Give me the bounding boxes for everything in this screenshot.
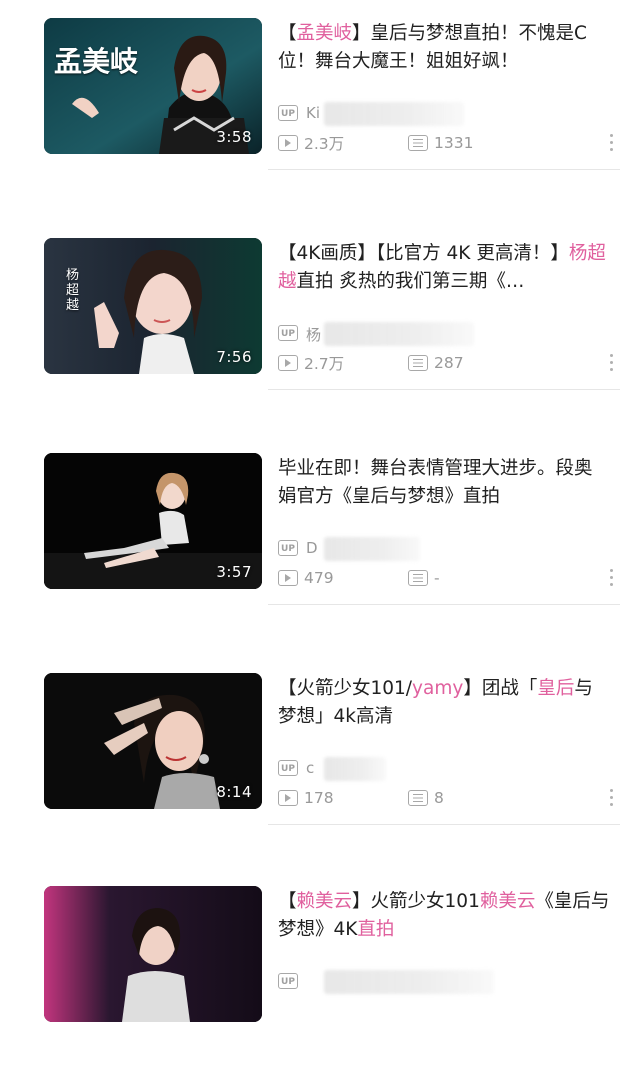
play-count-icon [278, 355, 298, 371]
video-thumbnail[interactable]: 孟美岐 3:58 [44, 18, 262, 154]
video-duration: 8:14 [216, 783, 252, 801]
video-thumbnail[interactable]: 3:57 [44, 453, 262, 589]
danmaku-count: 287 [408, 352, 464, 374]
thumbnail-caption: 杨超越 [66, 268, 80, 313]
thumbnail-caption: 孟美岐 [54, 45, 139, 78]
video-thumbnail[interactable]: 杨超越 7:56 [44, 238, 262, 374]
danmaku-count: 1331 [408, 132, 473, 154]
play-count-icon [278, 135, 298, 151]
title-text: 】团战「 [463, 678, 538, 699]
video-title[interactable]: 【赖美云】火箭少女101赖美云《皇后与梦想》4K直拍 [278, 888, 610, 944]
redaction-blur [324, 322, 474, 346]
stats-row: 178 8 [278, 787, 618, 809]
divider [268, 824, 620, 825]
title-text: 【 [278, 23, 297, 44]
danmaku-icon [408, 355, 428, 371]
uploader-row: UP D [278, 537, 618, 561]
danmaku-count-value: 8 [434, 789, 444, 807]
danmaku-count-value: 1331 [434, 134, 474, 152]
view-count-value: 2.7万 [304, 355, 345, 373]
danmaku-count-value: - [434, 569, 440, 587]
up-badge-icon: UP [278, 760, 298, 776]
more-options-icon[interactable] [608, 789, 614, 809]
uploader-name[interactable]: D [306, 539, 318, 557]
danmaku-icon [408, 135, 428, 151]
stats-row: 479 - [278, 567, 618, 589]
redaction-blur [324, 537, 420, 561]
redaction-blur [324, 102, 464, 126]
video-title[interactable]: 【火箭少女101/yamy】团战「皇后与梦想」4k高清 [278, 675, 610, 731]
view-count-value: 178 [304, 789, 334, 807]
play-count-icon [278, 570, 298, 586]
title-text: 【 [278, 891, 297, 912]
up-badge-icon: UP [278, 105, 298, 121]
uploader-name[interactable]: c [306, 759, 314, 777]
title-highlight: yamy [412, 678, 464, 699]
uploader-row: UP c [278, 757, 618, 781]
view-count-value: 479 [304, 569, 334, 587]
stats-row: 2.3万 1331 [278, 132, 618, 154]
title-text: 】火箭少女101 [352, 891, 480, 912]
uploader-row: UP 杨 [278, 322, 618, 346]
redaction-blur [324, 970, 494, 994]
view-count: 2.7万 [278, 352, 344, 374]
video-card[interactable]: 杨超越 7:56 【4K画质】【比官方 4K 更高清！】杨超越直拍 炙热的我们第… [0, 220, 640, 420]
up-badge-icon: UP [278, 325, 298, 341]
more-options-icon[interactable] [608, 354, 614, 374]
title-highlight: 赖美云 [296, 891, 353, 912]
danmaku-icon [408, 790, 428, 806]
redaction-blur [324, 757, 386, 781]
title-text: 直拍 炙热的我们第三期《… [296, 271, 525, 292]
danmaku-count: - [408, 567, 440, 589]
thumbnail-image [44, 886, 262, 1022]
up-badge-icon: UP [278, 540, 298, 556]
title-highlight: 孟美岐 [296, 23, 353, 44]
video-card[interactable]: 【赖美云】火箭少女101赖美云《皇后与梦想》4K直拍 UP [0, 868, 640, 1068]
more-options-icon[interactable] [608, 134, 614, 154]
video-card[interactable]: 孟美岐 3:58 【孟美岐】皇后与梦想直拍！不愧是C位！舞台大魔王！姐姐好飒！ … [0, 0, 640, 200]
more-options-icon[interactable] [608, 569, 614, 589]
video-duration: 7:56 [216, 348, 252, 366]
view-count: 178 [278, 787, 334, 809]
video-card[interactable]: 8:14 【火箭少女101/yamy】团战「皇后与梦想」4k高清 UP c 17… [0, 655, 640, 855]
video-title[interactable]: 毕业在即！舞台表情管理大进步。段奥娟官方《皇后与梦想》直拍 [278, 455, 610, 511]
view-count: 2.3万 [278, 132, 344, 154]
title-text: 【4K画质】【比官方 4K 更高清！】 [278, 243, 569, 264]
video-thumbnail[interactable]: 8:14 [44, 673, 262, 809]
divider [268, 389, 620, 390]
video-duration: 3:58 [216, 128, 252, 146]
video-thumbnail[interactable] [44, 886, 262, 1022]
danmaku-count: 8 [408, 787, 444, 809]
video-card[interactable]: 3:57 毕业在即！舞台表情管理大进步。段奥娟官方《皇后与梦想》直拍 UP D … [0, 435, 640, 635]
danmaku-icon [408, 570, 428, 586]
uploader-name[interactable]: 杨 [306, 324, 321, 345]
title-highlight: 皇后 [537, 678, 575, 699]
divider [268, 169, 620, 170]
stats-row: 2.7万 287 [278, 352, 618, 374]
danmaku-count-value: 287 [434, 354, 464, 372]
uploader-row: UP Ki [278, 102, 618, 126]
title-text: 毕业在即！舞台表情管理大进步。段奥娟官方《皇后与梦想》直拍 [278, 458, 593, 507]
video-duration: 3:57 [216, 563, 252, 581]
title-text: 【火箭少女101/ [278, 678, 413, 699]
uploader-row: UP [278, 970, 618, 994]
video-title[interactable]: 【4K画质】【比官方 4K 更高清！】杨超越直拍 炙热的我们第三期《… [278, 240, 610, 296]
title-highlight: 直拍 [357, 919, 395, 940]
divider [268, 604, 620, 605]
uploader-name[interactable]: Ki [306, 104, 320, 122]
view-count: 479 [278, 567, 334, 589]
title-highlight: 赖美云 [479, 891, 536, 912]
video-title[interactable]: 【孟美岐】皇后与梦想直拍！不愧是C位！舞台大魔王！姐姐好飒！ [278, 20, 610, 76]
view-count-value: 2.3万 [304, 135, 345, 153]
up-badge-icon: UP [278, 973, 298, 989]
play-count-icon [278, 790, 298, 806]
